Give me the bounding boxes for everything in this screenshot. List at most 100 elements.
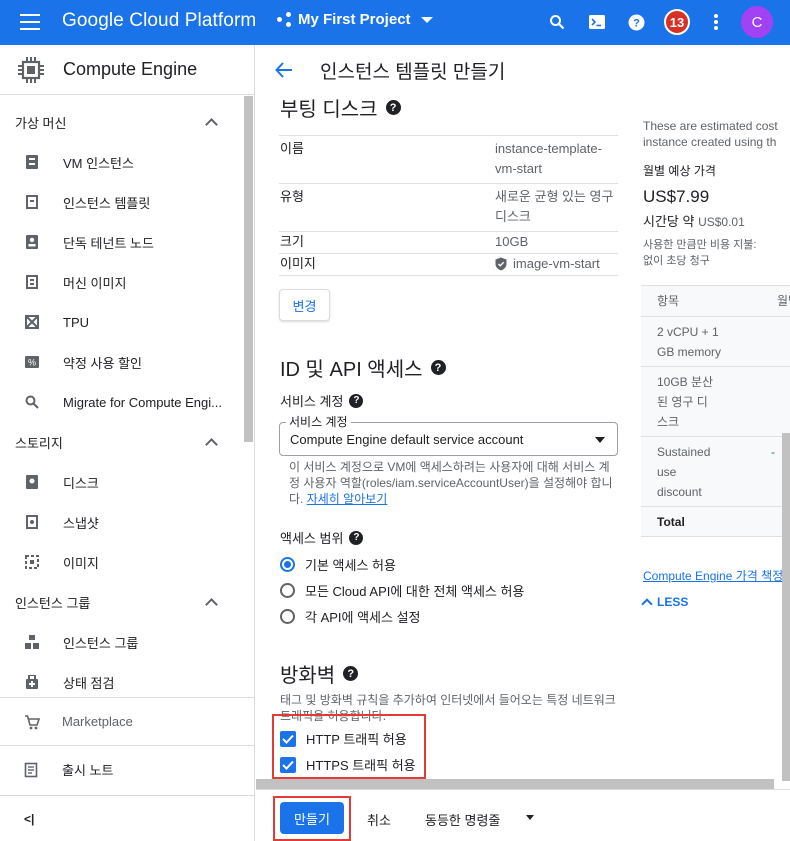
cart-icon xyxy=(25,714,40,729)
section-label: 가상 머신 xyxy=(15,115,67,131)
compute-engine-icon xyxy=(18,56,44,83)
top-bar: Google Cloud Platform My First Project ?… xyxy=(0,0,790,45)
table-row: 2 vCPU + 1 GB memory xyxy=(641,317,790,367)
pricing-scrollbar[interactable] xyxy=(782,433,790,781)
sidebar-item-release-notes[interactable]: 출시 노트 xyxy=(0,745,254,793)
less-label: LESS xyxy=(657,595,689,609)
pricing-panel: These are estimated cost instance create… xyxy=(641,95,790,785)
sidebar-item-sole-tenant[interactable]: 단독 테넌트 노드 xyxy=(0,222,254,262)
price-table: 항목 월별 예 2 vCPU + 1 GB memory 10GB 분산된 영구… xyxy=(641,285,790,537)
row-key: 이미지 xyxy=(280,256,316,271)
chevron-down-icon[interactable] xyxy=(526,815,534,820)
pricing-link[interactable]: Compute Engine 가격 책정 xyxy=(643,567,783,584)
sidebar-item-instance-templates[interactable]: 인스턴스 템플릿 xyxy=(0,182,254,222)
table-header: 항목 월별 예 xyxy=(641,285,790,317)
sidebar-scrollbar[interactable] xyxy=(244,96,253,442)
vm-instance-icon xyxy=(24,154,40,170)
sidebar-section-vm[interactable]: 가상 머신 xyxy=(0,102,254,142)
sidebar-item-label: 머신 이미지 xyxy=(63,275,127,291)
sidebar-item-instance-groups[interactable]: 인스턴스 그룹 xyxy=(0,622,254,662)
usage-note: 사용한 만큼만 비용 지불: 없이 초당 청구 xyxy=(643,237,790,269)
instance-group-icon xyxy=(24,634,40,650)
radio-selected[interactable] xyxy=(280,557,295,572)
learn-more-link[interactable]: 자세히 알아보기 xyxy=(307,492,388,506)
avatar[interactable]: C xyxy=(741,6,773,38)
sidebar-item-label: 단독 테넌트 노드 xyxy=(63,235,154,251)
highlight-box xyxy=(273,796,351,841)
sidebar-item-label: 인스턴스 템플릿 xyxy=(63,195,151,211)
brand-title[interactable]: Google Cloud Platform xyxy=(62,10,256,32)
identity-heading: ID 및 API 액세스 ? xyxy=(280,353,446,382)
back-arrow-icon[interactable] xyxy=(274,60,294,80)
sidebar: Compute Engine 가상 머신 VM 인스턴스 인스턴스 템플릿 단독… xyxy=(0,45,255,841)
column-header: 월별 예 xyxy=(777,294,790,308)
help-icon[interactable]: ? xyxy=(626,12,646,32)
hourly-price: 시간당 약 US$0.01 xyxy=(643,211,745,230)
scope-default-radio[interactable]: 기본 액세스 허용 xyxy=(280,555,396,574)
chevron-up-icon xyxy=(205,597,218,611)
project-selector[interactable]: My First Project xyxy=(277,11,433,28)
select-value: Compute Engine default service account xyxy=(290,432,524,447)
sidebar-item-label: 이미지 xyxy=(63,555,99,571)
sidebar-item-label: Marketplace xyxy=(62,714,133,729)
sidebar-header: Compute Engine xyxy=(0,45,254,95)
sidebar-item-committed-use[interactable]: % 약정 사용 할인 xyxy=(0,342,254,382)
notification-badge[interactable]: 13 xyxy=(664,9,690,35)
row-value: 10GB xyxy=(495,234,529,249)
change-disk-button[interactable]: 변경 xyxy=(279,289,330,321)
sidebar-title: Compute Engine xyxy=(63,59,198,79)
machine-image-icon xyxy=(24,274,40,290)
sidebar-item-migrate[interactable]: Migrate for Compute Engi... xyxy=(0,382,254,422)
sidebar-item-health-checks[interactable]: 상태 점검 xyxy=(0,662,254,696)
sidebar-item-machine-images[interactable]: 머신 이미지 xyxy=(0,262,254,302)
sidebar-item-tpu[interactable]: TPU xyxy=(0,302,254,342)
project-name: My First Project xyxy=(298,11,411,28)
help-icon[interactable]: ? xyxy=(349,393,364,408)
shield-icon xyxy=(495,257,507,271)
table-row: 크기 10GB xyxy=(279,232,618,254)
more-vert-icon[interactable] xyxy=(706,12,726,32)
sidebar-item-label: 상태 점검 xyxy=(63,675,115,691)
cloud-shell-icon[interactable] xyxy=(587,12,607,32)
collapse-sidebar-button[interactable]: <| xyxy=(0,795,254,841)
sidebar-item-images[interactable]: 이미지 xyxy=(0,542,254,582)
scope-full-radio[interactable]: 모든 Cloud API에 대한 전체 액세스 허용 xyxy=(280,581,524,600)
help-icon[interactable]: ? xyxy=(343,666,359,681)
chevron-up-icon xyxy=(205,437,218,451)
help-icon[interactable]: ? xyxy=(385,100,401,115)
equivalent-command-button[interactable]: 동등한 명령줄 xyxy=(425,810,500,829)
row-item: 2 vCPU + 1 GB memory xyxy=(657,325,722,359)
help-icon[interactable]: ? xyxy=(349,530,364,545)
sidebar-item-marketplace[interactable]: Marketplace xyxy=(0,697,254,745)
radio-unselected[interactable] xyxy=(280,583,295,598)
health-check-icon xyxy=(24,674,40,690)
sidebar-item-label: 약정 사용 할인 xyxy=(63,355,142,371)
row-key: 크기 xyxy=(280,234,304,249)
help-icon[interactable]: ? xyxy=(430,360,446,375)
sidebar-section-instance-groups[interactable]: 인스턴스 그룹 xyxy=(0,582,254,622)
cancel-button[interactable]: 취소 xyxy=(367,810,391,829)
sidebar-item-vm-instances[interactable]: VM 인스턴스 xyxy=(0,142,254,182)
chevron-up-icon xyxy=(205,117,218,131)
row-item: Sustained use discount xyxy=(657,445,711,499)
sidebar-item-label: Migrate for Compute Engi... xyxy=(63,394,222,410)
disk-icon xyxy=(24,474,40,490)
sidebar-item-disks[interactable]: 디스크 xyxy=(0,462,254,502)
search-icon[interactable] xyxy=(547,12,567,32)
label-text: 서비스 계정 xyxy=(280,394,344,409)
sidebar-item-snapshots[interactable]: 스냅샷 xyxy=(0,502,254,542)
menu-icon[interactable] xyxy=(20,14,40,30)
row-value: image-vm-start xyxy=(495,254,618,274)
table-row: 이미지 image-vm-start xyxy=(279,254,618,276)
scope-custom-radio[interactable]: 각 API에 액세스 설정 xyxy=(280,607,421,626)
access-scope-label: 액세스 범위 ? xyxy=(280,528,364,547)
tpu-icon xyxy=(24,314,40,330)
boot-disk-table: 이름 instance-template-vm-start 유형 새로운 균형 … xyxy=(279,135,618,276)
less-button[interactable]: LESS xyxy=(641,595,689,610)
sidebar-section-storage[interactable]: 스토리지 xyxy=(0,422,254,462)
radio-unselected[interactable] xyxy=(280,609,295,624)
table-row: 이름 instance-template-vm-start xyxy=(279,136,618,184)
page-title: 인스턴스 템플릿 만들기 xyxy=(320,61,506,83)
firewall-heading: 방화벽 ? xyxy=(280,659,359,688)
image-name: image-vm-start xyxy=(513,256,600,271)
